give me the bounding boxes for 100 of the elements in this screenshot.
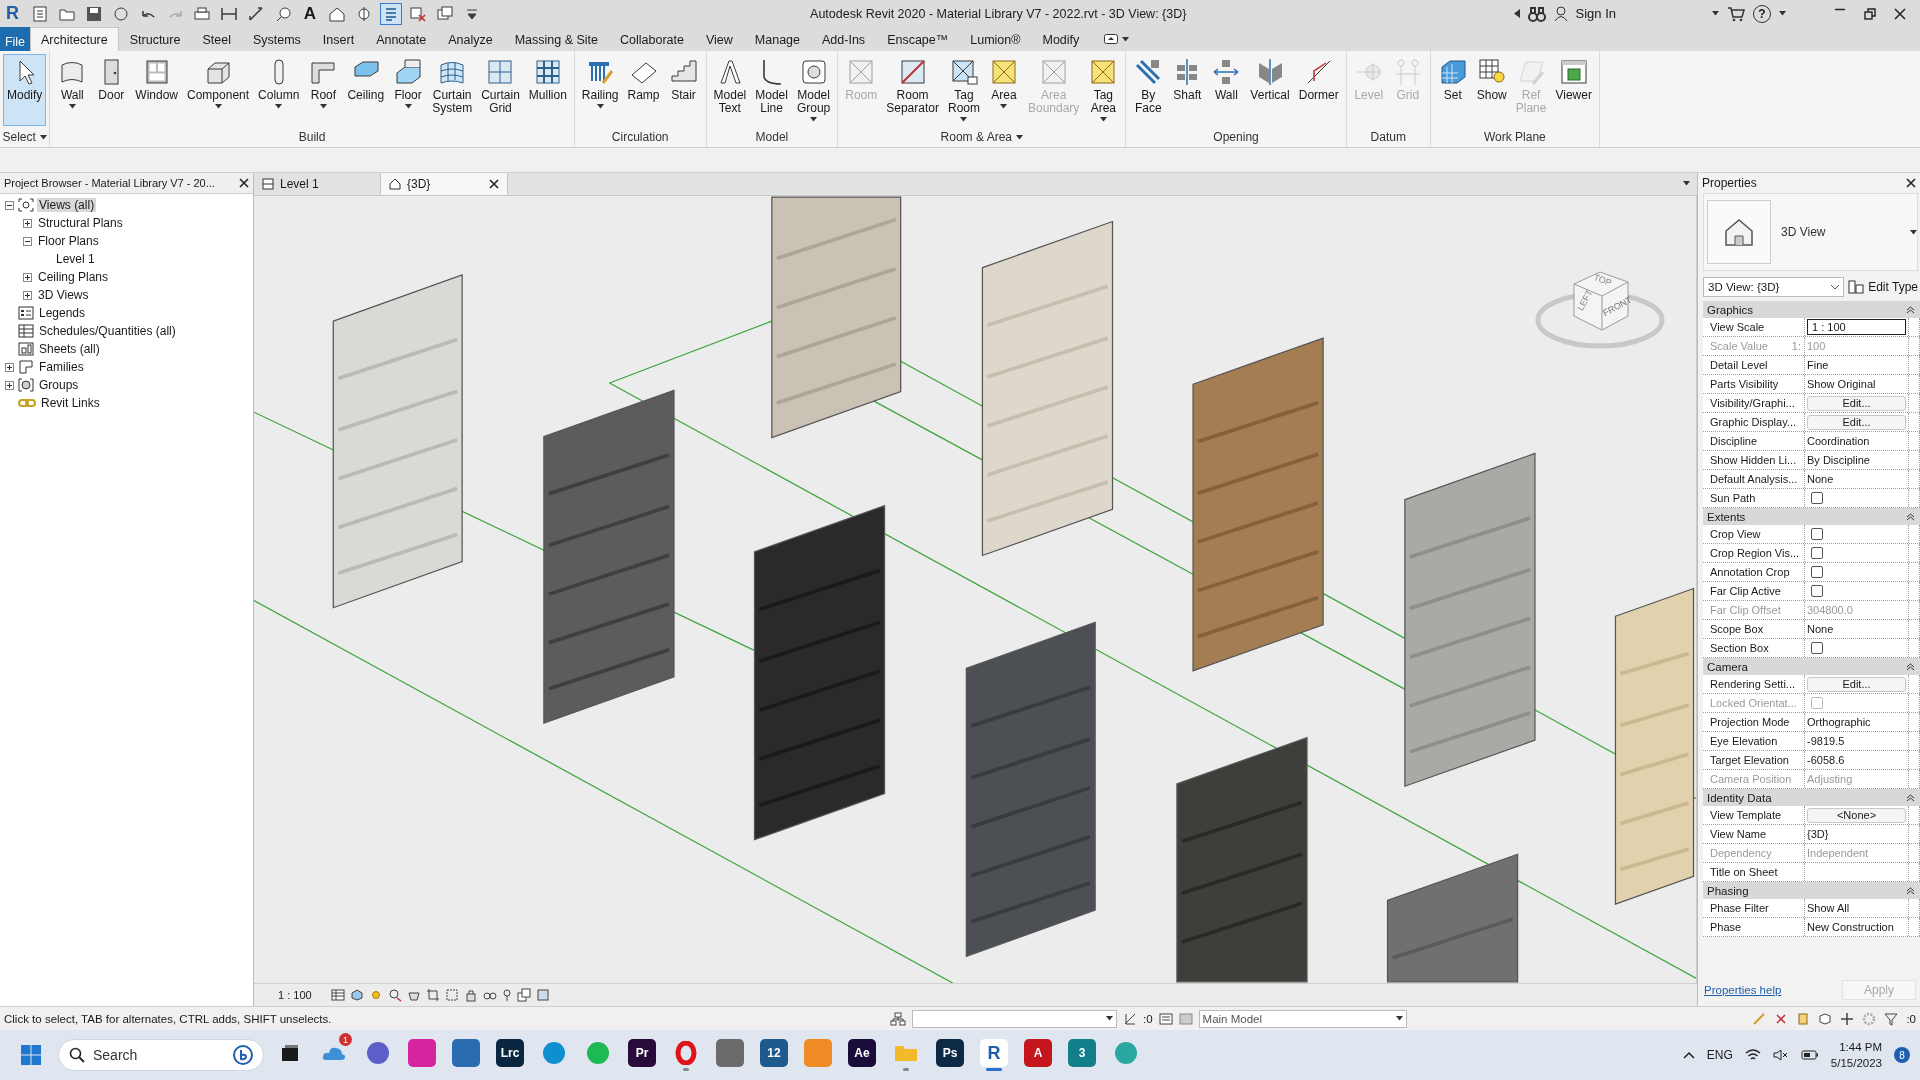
- checkbox[interactable]: [1811, 492, 1823, 504]
- design-option-dropdown[interactable]: Main Model: [1198, 1009, 1407, 1028]
- checkbox[interactable]: [1811, 585, 1823, 597]
- taskbar-app-button[interactable]: R: [980, 1039, 1008, 1067]
- search-field[interactable]: Search: [58, 1039, 264, 1071]
- tree-item[interactable]: Level 1: [54, 252, 97, 266]
- taskbar-app-button[interactable]: Lrc: [496, 1039, 524, 1067]
- language-indicator[interactable]: ENG: [1706, 1048, 1733, 1062]
- taskbar-app-button[interactable]: Ps: [936, 1039, 964, 1067]
- ribbon-tool-button[interactable]: Model Line: [751, 54, 792, 126]
- taskbar-app-button[interactable]: Ae: [848, 1039, 876, 1067]
- ribbon-tool-button[interactable]: Floor: [389, 54, 428, 126]
- clock[interactable]: 1:44 PM 5/15/2023: [1830, 1039, 1882, 1071]
- instance-dropdown[interactable]: 3D View: {3D}: [1703, 277, 1845, 297]
- ribbon-tool-button[interactable]: Curtain Grid: [477, 54, 524, 126]
- checkbox[interactable]: [1811, 547, 1823, 559]
- plus-box-icon[interactable]: [4, 380, 15, 390]
- group-header[interactable]: Extents: [1707, 510, 1746, 523]
- ribbon-tab[interactable]: Add-Ins: [811, 27, 877, 51]
- tree-item[interactable]: Legends: [37, 306, 88, 320]
- tree-item[interactable]: Ceiling Plans: [36, 270, 111, 284]
- ribbon-tab[interactable]: Analyze: [437, 27, 504, 51]
- edit-type-button[interactable]: Edit Type: [1868, 280, 1918, 294]
- ribbon-tab[interactable]: Lumion®: [959, 27, 1032, 51]
- taskbar-app-button[interactable]: 3: [1068, 1039, 1096, 1067]
- ribbon-tool-button[interactable]: Curtain System: [428, 54, 477, 126]
- panel-title[interactable]: Room & Area: [940, 130, 1012, 144]
- ribbon-tab[interactable]: Systems: [241, 27, 312, 51]
- ribbon-tool-button[interactable]: Area: [985, 54, 1023, 126]
- property-edit-button[interactable]: <None>: [1807, 807, 1906, 823]
- ribbon-tool-button[interactable]: Vertical: [1246, 54, 1294, 126]
- tree-item[interactable]: Schedules/Quantities (all): [37, 324, 178, 338]
- checkbox[interactable]: [1811, 528, 1823, 540]
- ribbon-tool-button[interactable]: Model Text: [709, 54, 751, 126]
- quick-access-button[interactable]: A: [299, 2, 321, 25]
- ribbon-tool-button[interactable]: Dormer: [1294, 54, 1343, 126]
- ribbon-tool-button[interactable]: Railing: [577, 54, 623, 126]
- ribbon-tab[interactable]: Modify: [1031, 27, 1091, 51]
- plus-box-icon[interactable]: [22, 218, 33, 228]
- ribbon-tool-button[interactable]: Component: [183, 54, 254, 126]
- group-header[interactable]: Phasing: [1707, 884, 1749, 897]
- sign-in-button[interactable]: Sign In: [1575, 6, 1616, 21]
- plus-box-icon[interactable]: [22, 290, 33, 300]
- ribbon-tool-button[interactable]: Ramp: [623, 54, 664, 126]
- tree-item[interactable]: Structural Plans: [36, 216, 125, 230]
- checkbox[interactable]: [1811, 642, 1823, 654]
- app-logo[interactable]: R: [6, 3, 24, 24]
- ribbon-tool-button[interactable]: Ceiling: [343, 54, 389, 126]
- minus-box-icon[interactable]: [22, 236, 33, 246]
- ribbon-tab[interactable]: Manage: [743, 27, 812, 51]
- ribbon-tab[interactable]: Annotate: [365, 27, 438, 51]
- taskbar-app-button[interactable]: 12: [760, 1039, 788, 1067]
- ribbon-tab[interactable]: View: [694, 27, 744, 51]
- view-tab-label[interactable]: {3D}: [407, 177, 431, 191]
- taskbar-app-button[interactable]: A: [1024, 1039, 1052, 1067]
- ribbon-tool-button[interactable]: Tag Room: [943, 54, 984, 126]
- checkbox[interactable]: [1811, 566, 1823, 578]
- ribbon-tab[interactable]: Enscape™: [876, 27, 960, 51]
- ribbon-tool-button[interactable]: Shaft: [1168, 54, 1207, 126]
- ribbon-tool-button[interactable]: Modify: [3, 54, 47, 126]
- tree-item[interactable]: Views (all): [37, 198, 97, 212]
- ribbon-tool-button[interactable]: Viewer: [1551, 54, 1596, 126]
- group-header[interactable]: Camera: [1707, 660, 1748, 673]
- ribbon-tool-button[interactable]: By Face: [1129, 54, 1168, 126]
- ribbon-tool-button[interactable]: Roof: [304, 54, 343, 126]
- minus-box-icon[interactable]: [4, 200, 15, 210]
- ribbon-tab[interactable]: Structure: [118, 27, 192, 51]
- ribbon-tool-button[interactable]: Stair: [664, 54, 703, 126]
- view-tab-label[interactable]: Level 1: [280, 177, 319, 191]
- notification-badge[interactable]: 8: [1894, 1047, 1910, 1063]
- ribbon-tab[interactable]: Architecture: [30, 27, 119, 51]
- view-scale[interactable]: 1 : 100: [278, 989, 312, 1001]
- property-input-field[interactable]: 1 : 100: [1807, 319, 1906, 335]
- property-edit-button[interactable]: Edit...: [1807, 395, 1906, 411]
- ribbon-tool-button[interactable]: Wall: [53, 54, 92, 126]
- ribbon-tool-button[interactable]: Set: [1433, 54, 1472, 126]
- properties-help-link[interactable]: Properties help: [1704, 984, 1782, 996]
- ribbon-tab[interactable]: Steel: [191, 27, 242, 51]
- start-button[interactable]: [20, 1043, 44, 1067]
- ribbon-tool-button[interactable]: Column: [254, 54, 304, 126]
- ribbon-tab[interactable]: Massing & Site: [503, 27, 610, 51]
- group-header[interactable]: Graphics: [1707, 303, 1754, 316]
- ribbon-tool-button[interactable]: Model Group: [792, 54, 835, 126]
- ribbon-tool-button[interactable]: Tag Area: [1084, 54, 1123, 126]
- tree-item[interactable]: Revit Links: [39, 396, 102, 410]
- property-edit-button[interactable]: Edit...: [1807, 676, 1906, 692]
- tree-item[interactable]: Floor Plans: [36, 234, 101, 248]
- tree-item[interactable]: 3D Views: [36, 288, 91, 302]
- ribbon-tab[interactable]: Insert: [311, 27, 366, 51]
- type-selector[interactable]: 3D View: [1703, 193, 1918, 271]
- ribbon-tool-button[interactable]: Show: [1472, 54, 1511, 126]
- ribbon-tab[interactable]: Collaborate: [609, 27, 695, 51]
- tree-item[interactable]: Groups: [37, 378, 81, 392]
- ribbon-tool-button[interactable]: Room Separator: [882, 54, 943, 126]
- taskbar-app-button[interactable]: Pr: [628, 1039, 656, 1067]
- ribbon-tool-button[interactable]: Mullion: [524, 54, 571, 126]
- view-tab[interactable]: {3D}: [381, 173, 508, 195]
- plus-box-icon[interactable]: [4, 362, 15, 372]
- tree-item[interactable]: Sheets (all): [37, 342, 102, 356]
- ribbon-tool-button[interactable]: Door: [92, 54, 131, 126]
